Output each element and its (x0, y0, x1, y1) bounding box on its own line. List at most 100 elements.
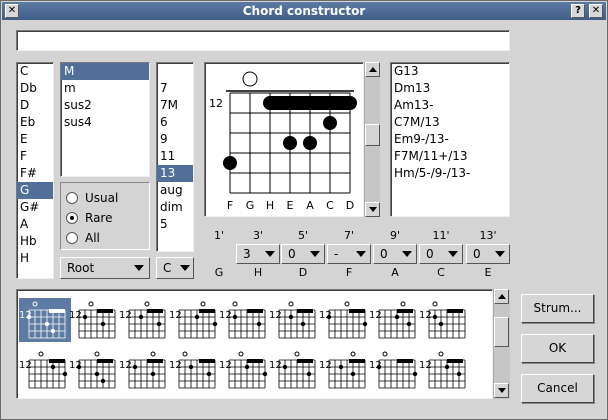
chord-names-list[interactable]: G13 Dm13 Am13- C7M/13 Em9-/13- F7M/11+/13 Hm/5… (390, 62, 510, 217)
voicing-thumbnail[interactable]: 12 (19, 298, 71, 342)
mode-radio[interactable]: Usual (66, 189, 118, 207)
voicing-thumbnail[interactable]: 12 (69, 348, 121, 392)
mini-dot (50, 328, 56, 334)
root-note-item[interactable]: F (17, 148, 53, 165)
scroll-thumb[interactable] (494, 317, 509, 347)
chord-name-item[interactable]: Hm/5-/9-/13- (391, 165, 509, 182)
mode-radio[interactable]: Rare (66, 209, 112, 227)
chevron-down-icon (448, 251, 458, 257)
mini-barre (447, 359, 463, 363)
extension-item[interactable]: 5 (157, 216, 193, 233)
chord-type-item[interactable]: m (61, 80, 149, 97)
voicing-thumbnail[interactable]: 12 (319, 348, 371, 392)
extension-item[interactable]: 7 (157, 80, 193, 97)
chord-name-item[interactable]: C7M/13 (391, 114, 509, 131)
cancel-button[interactable]: Cancel (521, 374, 594, 403)
interval-label: 7' (343, 229, 355, 242)
extension-item[interactable]: 9 (157, 131, 193, 148)
root-note-item[interactable]: A (17, 216, 53, 233)
mode-radio[interactable]: All (66, 229, 100, 247)
voicing-thumbnail[interactable]: 12 (269, 348, 321, 392)
voicings-scrollbar[interactable] (493, 289, 510, 399)
scroll-down-icon[interactable] (365, 202, 380, 217)
close-button[interactable]: ✕ (589, 4, 603, 18)
chord-name-item[interactable]: F7M/11+/13 (391, 148, 509, 165)
interval-combo[interactable]: 0 (466, 244, 510, 264)
voicing-thumbnail[interactable]: 12 (219, 298, 271, 342)
help-button[interactable]: ? (571, 4, 585, 18)
root-note-item[interactable]: G# (17, 199, 53, 216)
root-combo[interactable]: Root (60, 257, 150, 279)
voicings-panel[interactable]: 12 12 12 12 12 12 12 12 12 12 12 12 12 12 12 12 12 12 (16, 289, 493, 399)
extension-item[interactable]: 6 (157, 114, 193, 131)
mini-diagram: 12 (319, 301, 368, 339)
voicing-thumbnail[interactable]: 12 (119, 348, 171, 392)
finger-dot (283, 136, 297, 150)
mode-radio-label: Usual (85, 191, 119, 205)
chord-name-item[interactable]: Em9-/13- (391, 131, 509, 148)
extension-item[interactable]: aug (157, 182, 193, 199)
voicing-thumbnail[interactable]: 12 (119, 298, 171, 342)
mini-dot (362, 321, 368, 327)
root-note-item[interactable]: C (17, 63, 53, 80)
extension-item[interactable]: 11 (157, 148, 193, 165)
voicing-thumbnail[interactable]: 12 (19, 348, 71, 392)
mini-barre (97, 359, 113, 363)
root-note-item[interactable]: E (17, 131, 53, 148)
mini-barre (247, 359, 263, 363)
voicing-thumbnail[interactable]: 12 (169, 298, 221, 342)
root-note-item[interactable]: H (17, 250, 53, 267)
chevron-down-icon (495, 251, 505, 257)
interval-combo[interactable]: 0 (373, 244, 417, 264)
chord-type-list[interactable]: Mm sus2 sus4 (60, 62, 150, 177)
mini-dot (94, 371, 100, 377)
mini-diagram: 12 (219, 301, 266, 339)
extension-item[interactable]: dim (157, 199, 193, 216)
mini-dot (288, 314, 294, 320)
root-note-item[interactable]: G (17, 182, 53, 199)
chord-name-item[interactable]: Dm13 (391, 80, 509, 97)
extension-item[interactable]: 7M (157, 97, 193, 114)
diagram-scrollbar[interactable] (364, 62, 380, 217)
ok-button[interactable]: OK (521, 334, 594, 363)
voicing-thumbnail[interactable]: 12 (419, 298, 471, 342)
barre-mark (263, 96, 357, 110)
extension-list[interactable]: 7 7M 6 9 11 13 aug dim 5 (156, 62, 194, 252)
mini-dot (212, 321, 218, 327)
chord-name-input[interactable] (16, 30, 510, 51)
interval-combo[interactable]: 0 (419, 244, 463, 264)
chord-name-item[interactable]: G13 (391, 63, 509, 80)
chord-type-item[interactable]: sus4 (61, 114, 149, 131)
interval-combo[interactable]: 3 (236, 244, 280, 264)
voicing-thumbnail[interactable]: 12 (69, 298, 121, 342)
voicing-thumbnail[interactable]: 12 (269, 298, 321, 342)
extension-item[interactable]: 13 (157, 165, 193, 182)
mini-dot (262, 371, 268, 377)
title-bar[interactable]: ✕ Chord constructor ? ✕ (2, 2, 606, 20)
chord-type-item[interactable]: sus2 (61, 97, 149, 114)
root-note-item[interactable]: Db (17, 80, 53, 97)
chord-name-item[interactable]: Am13- (391, 97, 509, 114)
root-note-item[interactable]: Eb (17, 114, 53, 131)
voicing-thumbnail[interactable]: 12 (369, 298, 421, 342)
bass-combo[interactable]: C (156, 257, 194, 279)
interval-combo[interactable]: - (327, 244, 371, 264)
voicing-thumbnail[interactable]: 12 (369, 348, 421, 392)
root-note-item[interactable]: Hb (17, 233, 53, 250)
voicing-thumbnail[interactable]: 12 (319, 298, 371, 342)
voicing-thumbnail[interactable]: 12 (419, 348, 471, 392)
voicing-thumbnail[interactable]: 12 (219, 348, 271, 392)
radio-icon (66, 232, 78, 244)
scroll-down-icon[interactable] (494, 383, 509, 398)
mini-open-mark (32, 301, 38, 307)
voicing-thumbnail[interactable]: 12 (169, 348, 221, 392)
strum-button[interactable]: Strum... (521, 294, 594, 323)
scroll-up-icon[interactable] (365, 62, 380, 77)
root-note-list[interactable]: C Db D Eb E F F# G G# A Hb H (16, 62, 54, 279)
scroll-up-icon[interactable] (494, 289, 509, 304)
interval-combo[interactable]: 0 (281, 244, 325, 264)
scroll-thumb[interactable] (365, 124, 380, 146)
chord-type-item[interactable]: M (61, 63, 149, 80)
root-note-item[interactable]: D (17, 97, 53, 114)
root-note-item[interactable]: F# (17, 165, 53, 182)
